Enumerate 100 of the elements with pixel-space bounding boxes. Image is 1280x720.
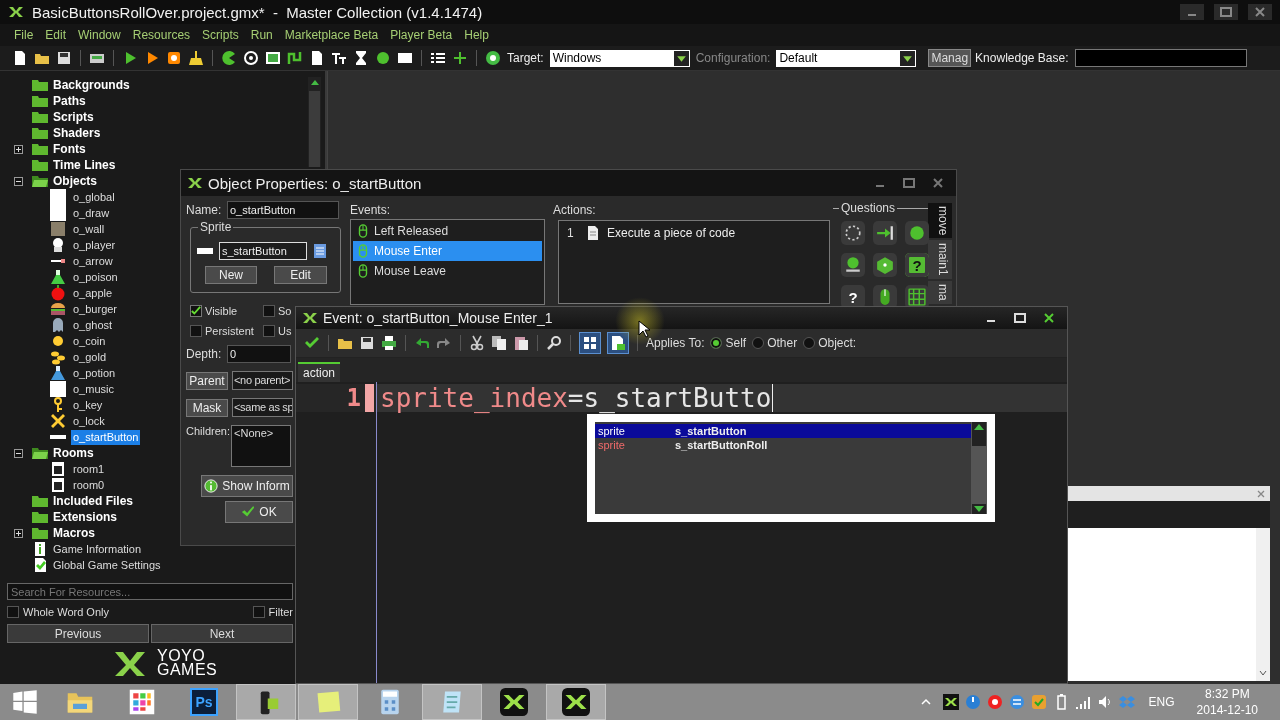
show-information-button[interactable]: Show Inform — [201, 475, 293, 497]
tree-item[interactable]: Included Files — [51, 493, 135, 509]
tree-item[interactable]: Game Information — [51, 541, 144, 557]
sprite-field[interactable]: s_startButton — [219, 242, 307, 260]
depth-field[interactable]: 0 — [227, 345, 291, 363]
next-button[interactable]: Next — [151, 624, 293, 643]
new-button[interactable]: New — [205, 266, 257, 284]
event-item[interactable]: Left Released — [353, 221, 542, 241]
event-item[interactable]: Mouse Leave — [353, 261, 542, 281]
tree-item[interactable]: Fonts — [51, 141, 88, 157]
taskbar-button[interactable]: Ps — [174, 684, 234, 720]
copy-icon[interactable] — [491, 335, 507, 351]
cut-icon[interactable] — [469, 335, 485, 351]
autocomplete-item[interactable]: sprite s_startButtonRoll — [595, 438, 971, 452]
dashed-circle-button[interactable] — [841, 221, 865, 245]
scroll-thumb[interactable] — [972, 432, 986, 446]
scrollbar[interactable] — [1256, 528, 1270, 681]
tree-item[interactable]: Backgrounds — [51, 77, 132, 93]
grid-toggle-button[interactable] — [579, 332, 601, 354]
page-toggle-button[interactable] — [607, 332, 629, 354]
editor-tab[interactable]: action — [298, 362, 341, 382]
tree-item[interactable]: o_potion — [71, 365, 118, 381]
signal-icon[interactable] — [1074, 694, 1091, 710]
side-tab[interactable]: move — [928, 203, 952, 239]
menu-item[interactable]: Resources — [132, 28, 191, 42]
side-tab[interactable]: main1 — [928, 240, 952, 280]
confirm-icon[interactable] — [304, 335, 320, 351]
ball-button[interactable] — [905, 221, 929, 245]
tree-item[interactable]: Time Lines — [51, 157, 118, 173]
chevron-up-icon[interactable] — [920, 697, 931, 707]
power-icon[interactable] — [964, 694, 981, 710]
radio-button[interactable] — [803, 337, 816, 349]
tree-item[interactable]: Shaders — [51, 125, 103, 141]
paste-icon[interactable] — [513, 335, 529, 351]
tree-item[interactable]: o_music — [71, 381, 116, 397]
tree-item[interactable]: o_ghost — [71, 317, 115, 333]
tree-item[interactable]: Paths — [51, 93, 88, 109]
window-icon[interactable] — [397, 50, 413, 66]
question-button[interactable]: ? — [905, 253, 929, 277]
tree-item[interactable]: room0 — [71, 477, 107, 493]
tree-item[interactable]: o_apple — [71, 285, 115, 301]
scroll-up-icon[interactable] — [972, 422, 986, 432]
search-icon[interactable] — [546, 335, 562, 351]
tree-item[interactable]: Objects — [51, 173, 99, 189]
save-icon[interactable] — [56, 50, 72, 66]
menu-item[interactable]: Marketplace Beta — [284, 28, 379, 42]
autocomplete-item[interactable]: sprite s_startButton — [595, 424, 971, 438]
grid-button[interactable] — [905, 285, 929, 309]
checkbox[interactable] — [263, 325, 275, 337]
tree-item[interactable]: o_draw — [71, 205, 112, 221]
scrollbar[interactable] — [308, 77, 321, 167]
parent-button[interactable]: Parent — [186, 371, 228, 390]
redo-icon[interactable] — [436, 335, 452, 351]
knowledge-base-field[interactable] — [1074, 49, 1247, 67]
checkbox[interactable] — [263, 305, 275, 317]
tree-item[interactable]: o_poison — [71, 269, 120, 285]
expand-toggle[interactable] — [14, 528, 23, 538]
scroll-down-icon[interactable] — [1258, 669, 1268, 677]
close-icon[interactable] — [1256, 488, 1266, 499]
dice-button[interactable] — [873, 253, 897, 277]
menu-item[interactable]: Help — [464, 28, 489, 42]
tree-item[interactable]: o_arrow — [71, 253, 115, 269]
new-file-icon[interactable] — [12, 50, 28, 66]
menu-item[interactable]: Run — [250, 28, 273, 42]
radio-button[interactable] — [752, 337, 765, 349]
configuration-dropdown[interactable]: Default — [776, 49, 917, 67]
menu-item[interactable]: Edit — [45, 28, 67, 42]
expand-toggle[interactable] — [14, 144, 23, 154]
plus-icon[interactable] — [452, 50, 468, 66]
logo-icon[interactable] — [942, 694, 959, 710]
hourglass-icon[interactable] — [353, 50, 369, 66]
speaker-icon[interactable] — [1096, 694, 1113, 710]
checkbox[interactable] — [190, 325, 202, 337]
taskbar-button[interactable] — [546, 684, 606, 720]
name-field[interactable]: o_startButton — [227, 201, 339, 219]
collapse-toggle[interactable] — [14, 176, 23, 186]
side-tab[interactable]: ma — [928, 281, 952, 304]
checkbox[interactable] — [190, 305, 202, 317]
dot-circle-icon[interactable] — [986, 694, 1003, 710]
code-editor[interactable]: 1 sprite_index=s_startButto sprite s_startButton sprite s_startButtonRoll — [296, 382, 1067, 683]
ball-icon[interactable] — [375, 50, 391, 66]
tree-item[interactable]: o_wall — [71, 221, 107, 237]
target-icon[interactable] — [243, 50, 259, 66]
tree-item[interactable]: o_burger — [71, 301, 120, 317]
menu-item[interactable]: Window — [78, 28, 121, 42]
tree-item[interactable]: Scripts — [51, 109, 96, 125]
print-icon[interactable] — [381, 335, 397, 351]
menu-item[interactable]: File — [14, 28, 34, 42]
tree-item[interactable]: o_key — [71, 397, 105, 413]
checkbox[interactable] — [252, 606, 265, 618]
scroll-down-icon[interactable] — [972, 504, 986, 514]
help-icon[interactable] — [485, 50, 501, 66]
font-icon[interactable] — [331, 50, 347, 66]
taskbar-button[interactable] — [236, 684, 296, 720]
menu-item[interactable]: Player Beta — [390, 28, 453, 42]
exit-button[interactable] — [873, 221, 897, 245]
start-button[interactable] — [12, 689, 38, 715]
save-icon[interactable] — [359, 335, 375, 351]
list-page-icon[interactable] — [313, 243, 329, 259]
tree-item[interactable]: o_coin — [71, 333, 108, 349]
